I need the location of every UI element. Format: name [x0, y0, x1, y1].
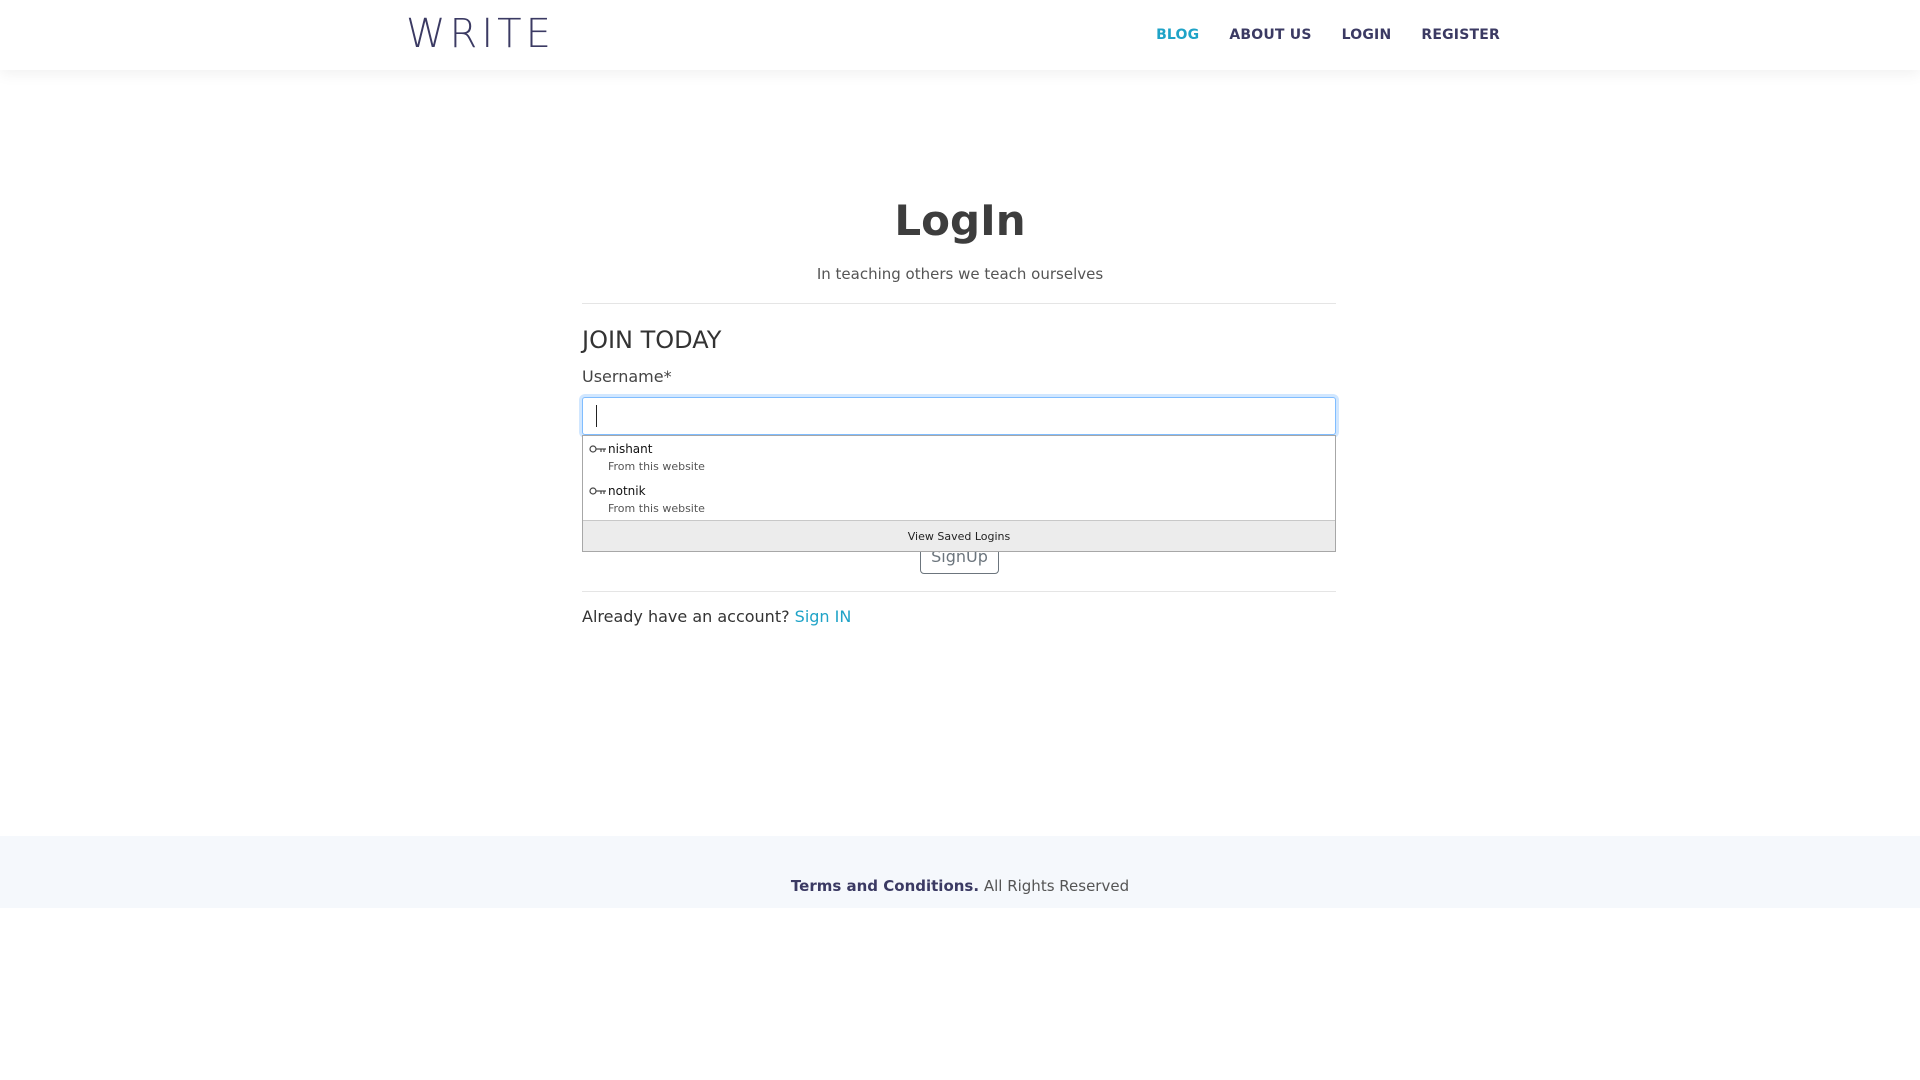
signin-link[interactable]: Sign IN [795, 607, 852, 626]
rights-text: All Rights Reserved [979, 877, 1130, 895]
signin-prompt-text: Already have an account? [582, 607, 795, 626]
divider [582, 303, 1336, 304]
saved-login-item[interactable]: notnik From this website [583, 478, 1335, 520]
signin-prompt: Already have an account? Sign IN [582, 606, 851, 628]
divider [582, 591, 1336, 592]
nav-link-login[interactable]: LOGIN [1342, 27, 1392, 43]
navbar: WRITE BLOG ABOUT US LOGIN REGISTER [0, 0, 1920, 70]
view-saved-logins-button[interactable]: View Saved Logins [583, 520, 1335, 551]
page-subtitle: In teaching others we teach ourselves [816, 265, 1104, 283]
page-title: LogIn [894, 196, 1026, 245]
saved-login-username: notnik [608, 484, 646, 498]
brand-logo[interactable]: WRITE [406, 10, 555, 58]
nav-link-blog[interactable]: BLOG [1156, 27, 1199, 43]
saved-login-source: From this website [608, 460, 705, 473]
key-icon [589, 487, 606, 495]
username-input[interactable] [582, 397, 1336, 435]
terms-link[interactable]: Terms and Conditions. [791, 877, 979, 895]
nav-links: BLOG ABOUT US LOGIN REGISTER [1156, 0, 1500, 70]
saved-login-username: nishant [608, 442, 653, 456]
text-caret [596, 405, 597, 427]
saved-login-item[interactable]: nishant From this website [583, 436, 1335, 478]
form-heading: JOIN TODAY [582, 326, 722, 354]
key-icon [589, 445, 606, 453]
saved-logins-dropdown: nishant From this website notnik From th… [582, 435, 1336, 552]
username-label: Username* [582, 367, 672, 386]
nav-link-register[interactable]: REGISTER [1421, 27, 1500, 43]
saved-login-source: From this website [608, 502, 705, 515]
nav-link-about-us[interactable]: ABOUT US [1229, 27, 1311, 43]
page-footer [0, 836, 1920, 908]
footer-text: Terms and Conditions. All Rights Reserve… [0, 876, 1920, 896]
